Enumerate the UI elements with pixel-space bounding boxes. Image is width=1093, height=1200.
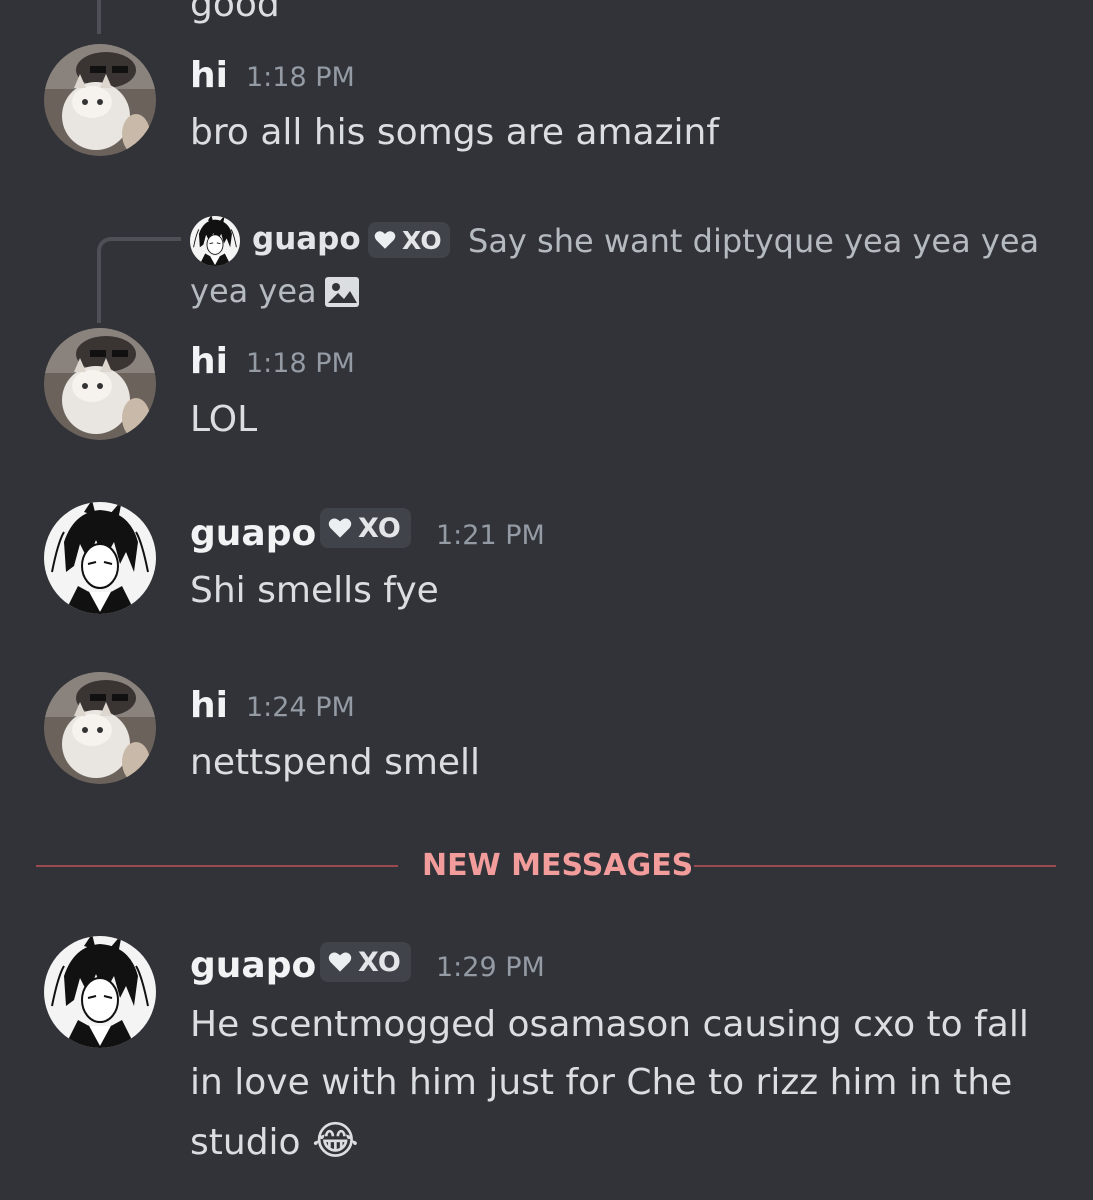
heart-icon: [374, 230, 396, 250]
tag-label: XO: [358, 512, 401, 544]
username[interactable]: hi: [190, 688, 228, 724]
laughing-emoji: 😂: [312, 1118, 359, 1164]
cat-avatar-icon: [44, 44, 156, 156]
timestamp: 1:29 PM: [436, 952, 545, 983]
anime-avatar-icon: [44, 936, 156, 1048]
message-text: LOL: [190, 399, 258, 440]
cat-avatar-icon: [44, 672, 156, 784]
timestamp: 1:18 PM: [246, 348, 355, 379]
new-messages-label: NEW MESSAGES: [422, 848, 694, 883]
timestamp: 1:18 PM: [246, 62, 355, 93]
reply-connector-line: [97, 237, 181, 323]
user-tag: XO: [368, 222, 450, 258]
divider-line-left: [36, 865, 398, 867]
avatar[interactable]: [44, 328, 156, 440]
tag-label: XO: [402, 225, 442, 255]
anime-avatar-icon: [190, 216, 240, 266]
username[interactable]: guapo: [190, 948, 316, 984]
anime-avatar-icon: [44, 502, 156, 614]
heart-icon: [328, 517, 352, 539]
reply-preview[interactable]: Say she want diptyque yea yea yea: [468, 222, 1039, 260]
message-text: bro all his somgs are amazinf: [190, 112, 719, 153]
message-text: Shi smells fye: [190, 570, 439, 611]
tag-label: XO: [358, 946, 401, 978]
image-icon: [324, 276, 360, 308]
reply-username[interactable]: guapo: [252, 224, 361, 255]
message-text: He scentmogged osamason causing cxo to f…: [190, 996, 1050, 1172]
user-tag: XO: [320, 942, 411, 982]
avatar[interactable]: [44, 936, 156, 1048]
timestamp: 1:24 PM: [246, 692, 355, 723]
username[interactable]: hi: [190, 344, 228, 380]
username[interactable]: guapo: [190, 516, 316, 552]
user-tag: XO: [320, 508, 411, 548]
reply-preview-line2[interactable]: yea yea: [190, 272, 317, 310]
message-text: nettspend smell: [190, 742, 481, 783]
avatar[interactable]: [44, 44, 156, 156]
avatar[interactable]: [44, 672, 156, 784]
timestamp: 1:21 PM: [436, 520, 545, 551]
avatar[interactable]: [44, 502, 156, 614]
reply-connector-line: [97, 0, 101, 34]
divider-line-right: [694, 865, 1056, 867]
reply-avatar[interactable]: [190, 216, 240, 266]
username[interactable]: hi: [190, 58, 228, 94]
heart-icon: [328, 951, 352, 973]
message-text-prev: good: [190, 0, 280, 25]
cat-avatar-icon: [44, 328, 156, 440]
